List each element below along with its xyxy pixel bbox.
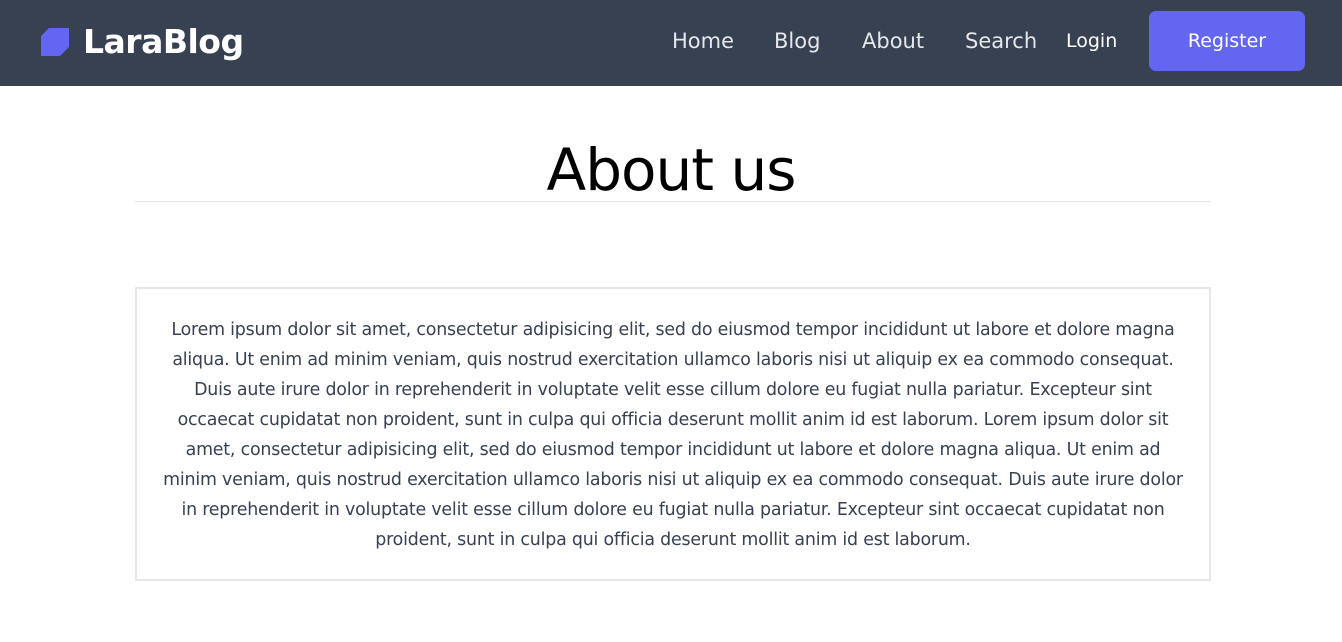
larablog-logo-icon (41, 28, 69, 56)
title-divider (135, 201, 1211, 202)
register-button[interactable]: Register (1149, 11, 1305, 71)
nav-link-home[interactable]: Home (672, 26, 734, 56)
about-body-text: Lorem ipsum dolor sit amet, consectetur … (163, 320, 1183, 550)
about-card: Lorem ipsum dolor sit amet, consectetur … (135, 287, 1211, 581)
top-navbar: LaraBlog Home Blog About Search Login Re… (0, 0, 1342, 86)
login-link[interactable]: Login (1066, 26, 1117, 56)
nav-link-search[interactable]: Search (965, 26, 1037, 56)
page-title: About us (546, 136, 797, 204)
nav-link-about[interactable]: About (862, 26, 924, 56)
brand-name: LaraBlog (83, 22, 244, 61)
nav-link-blog[interactable]: Blog (774, 26, 820, 56)
brand-home-link[interactable]: LaraBlog (40, 20, 244, 64)
